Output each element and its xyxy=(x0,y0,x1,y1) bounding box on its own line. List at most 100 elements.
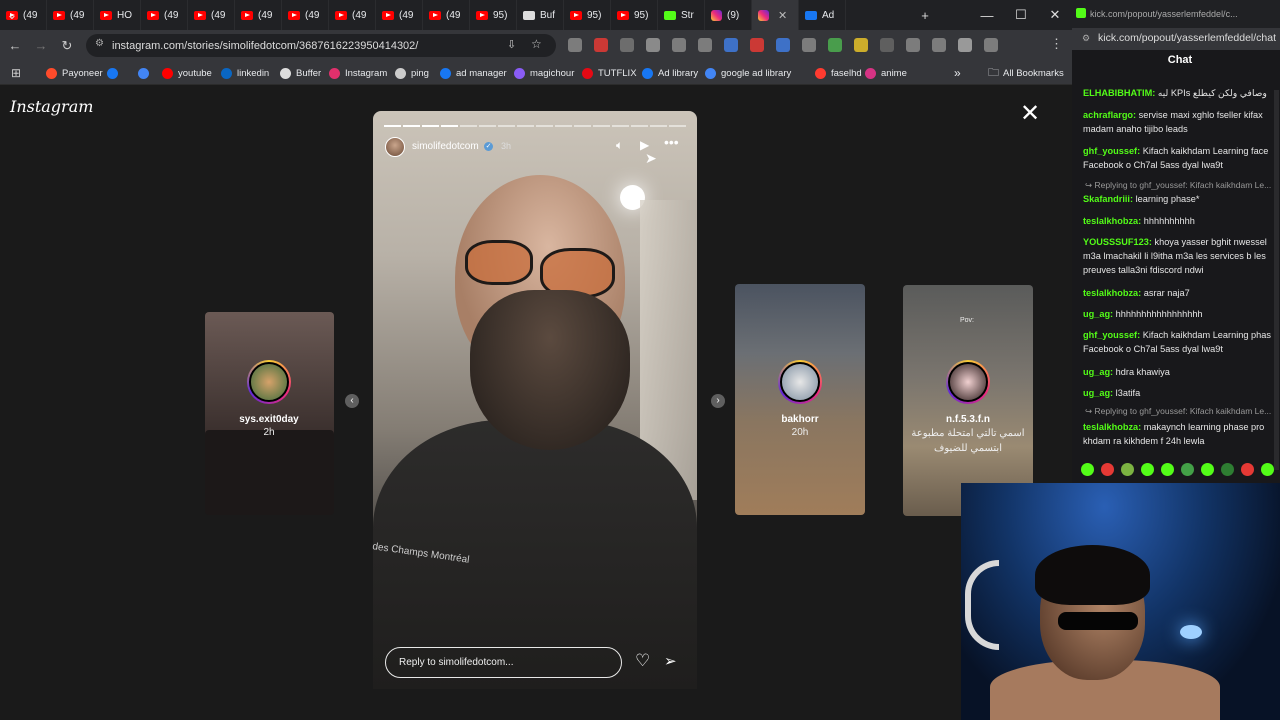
emote-icon[interactable] xyxy=(1241,463,1254,476)
bookmark-item[interactable]: Payoneer xyxy=(46,61,103,85)
all-bookmarks-button[interactable]: 🗀︎ All Bookmarks xyxy=(988,61,1064,85)
minimize-button[interactable]: — xyxy=(970,0,1004,30)
mute-speaker-icon[interactable]: 🔈︎ xyxy=(616,138,623,153)
emote-icon[interactable] xyxy=(1101,463,1114,476)
bookmark-item[interactable]: ad manager xyxy=(440,61,507,85)
browser-tab[interactable]: HO xyxy=(94,0,141,30)
bookmark-item[interactable]: magichour xyxy=(514,61,574,85)
chat-username[interactable]: teslalkhobza: xyxy=(1083,422,1141,432)
emote-icon[interactable] xyxy=(1141,463,1154,476)
bookmark-item[interactable]: ping xyxy=(395,61,429,85)
browser-tab[interactable]: (49 xyxy=(235,0,282,30)
browser-tab[interactable]: (49 xyxy=(141,0,188,30)
browser-tab[interactable]: (49 xyxy=(329,0,376,30)
emote-icon[interactable] xyxy=(1121,463,1134,476)
browser-extension-icon[interactable] xyxy=(828,38,842,52)
browser-tab[interactable]: (49 xyxy=(423,0,470,30)
close-story-icon[interactable]: ✕ xyxy=(1020,102,1040,126)
bookmark-item[interactable]: linkedin xyxy=(221,61,269,85)
bookmark-star-icon[interactable]: ☆ xyxy=(531,37,542,51)
browser-extension-icon[interactable] xyxy=(646,38,660,52)
close-window-button[interactable]: ✕ xyxy=(1038,0,1072,30)
back-button-icon[interactable]: ← xyxy=(2,33,28,59)
browser-extension-icon[interactable] xyxy=(724,38,738,52)
browser-tab[interactable]: 95) xyxy=(611,0,658,30)
browser-extension-icon[interactable] xyxy=(880,38,894,52)
browser-extension-icon[interactable] xyxy=(958,38,972,52)
bookmark-item[interactable]: youtube xyxy=(162,61,212,85)
site-info-icon[interactable]: ⚙ xyxy=(1082,33,1090,44)
browser-extension-icon[interactable] xyxy=(984,38,998,52)
forward-button-icon[interactable]: → xyxy=(28,33,54,59)
browser-extension-icon[interactable] xyxy=(698,38,712,52)
emote-icon[interactable] xyxy=(1081,463,1094,476)
tab-search-icon[interactable]: ⌄ xyxy=(0,0,24,30)
like-heart-icon[interactable]: ♡ xyxy=(635,651,650,671)
browser-extension-icon[interactable] xyxy=(568,38,582,52)
emote-icon[interactable] xyxy=(1181,463,1194,476)
bookmark-item[interactable] xyxy=(138,61,154,85)
chat-username[interactable]: ELHABIBHATIM: xyxy=(1083,88,1155,98)
emote-icon[interactable] xyxy=(1261,463,1274,476)
close-tab-icon[interactable]: ✕ xyxy=(778,9,787,22)
browser-extension-icon[interactable] xyxy=(906,38,920,52)
story-avatar[interactable] xyxy=(385,137,405,157)
browser-tab[interactable]: Ad xyxy=(799,0,846,30)
chat-username[interactable]: YOUSSSUF123: xyxy=(1083,237,1152,247)
browser-tab[interactable]: ✕ xyxy=(752,0,799,30)
browser-tab[interactable]: (49 xyxy=(47,0,94,30)
previous-story-icon[interactable]: ‹ xyxy=(345,394,359,408)
browser-extension-icon[interactable] xyxy=(932,38,946,52)
bookmark-item[interactable]: faselhd xyxy=(815,61,862,85)
browser-tab[interactable]: (9) xyxy=(705,0,752,30)
chat-username[interactable]: teslalkhobza: xyxy=(1083,288,1141,298)
bookmark-item[interactable]: anime xyxy=(865,61,907,85)
emote-icon[interactable] xyxy=(1221,463,1234,476)
chat-username[interactable]: ghf_youssef: xyxy=(1083,330,1140,340)
chat-username[interactable]: ghf_youssef: xyxy=(1083,146,1140,156)
emote-icon[interactable] xyxy=(1161,463,1174,476)
browser-extension-icon[interactable] xyxy=(776,38,790,52)
browser-extension-icon[interactable] xyxy=(594,38,608,52)
story-username[interactable]: simolifedotcom xyxy=(412,141,479,152)
maximize-button[interactable]: ☐ xyxy=(1004,0,1038,30)
browser-tab[interactable]: 95) xyxy=(564,0,611,30)
browser-tab[interactable]: (49 xyxy=(282,0,329,30)
emote-icon[interactable] xyxy=(1201,463,1214,476)
browser-tab[interactable]: (49 xyxy=(188,0,235,30)
next-story-icon[interactable]: › xyxy=(711,394,725,408)
reload-button-icon[interactable]: ↻ xyxy=(54,33,80,59)
chat-scrollbar[interactable] xyxy=(1274,90,1279,470)
browser-extension-icon[interactable] xyxy=(802,38,816,52)
bookmark-item[interactable]: Ad library xyxy=(642,61,698,85)
chat-username[interactable]: ug_ag: xyxy=(1083,309,1113,319)
share-send-icon[interactable]: ➢ xyxy=(664,652,677,670)
browser-extension-icon[interactable] xyxy=(620,38,634,52)
browser-extension-icon[interactable] xyxy=(854,38,868,52)
bookmark-item[interactable]: Instagram xyxy=(329,61,387,85)
chat-username[interactable]: ug_ag: xyxy=(1083,388,1113,398)
browser-extension-icon[interactable] xyxy=(672,38,686,52)
chat-username[interactable]: achraflargo: xyxy=(1083,110,1136,120)
chat-username[interactable]: teslalkhobza: xyxy=(1083,216,1141,226)
instagram-logo[interactable]: Instagram xyxy=(10,97,93,116)
more-bookmarks-button[interactable]: » xyxy=(954,61,961,85)
apps-grid-icon[interactable]: ⊞ xyxy=(11,61,21,85)
site-info-icon[interactable]: ⚙ xyxy=(95,38,104,49)
chat-username[interactable]: Skafandriii: xyxy=(1083,194,1133,204)
browser-extension-icon[interactable] xyxy=(750,38,764,52)
browser-tab[interactable]: Buf xyxy=(517,0,564,30)
bookmark-item[interactable]: Buffer xyxy=(280,61,321,85)
new-tab-button[interactable]: + xyxy=(908,0,942,30)
install-app-icon[interactable]: ⇩ xyxy=(507,38,516,51)
browser-tab[interactable]: Str xyxy=(658,0,705,30)
more-options-icon[interactable]: ••• xyxy=(664,134,679,150)
bookmark-item[interactable]: google ad library xyxy=(705,61,791,85)
chat-username[interactable]: ug_ag: xyxy=(1083,367,1113,377)
address-bar[interactable]: ⚙ instagram.com/stories/simolifedotcom/3… xyxy=(86,34,556,57)
browser-tab[interactable]: (49 xyxy=(376,0,423,30)
bookmark-item[interactable] xyxy=(107,61,123,85)
reply-input[interactable]: Reply to simolifedotcom... xyxy=(385,647,622,678)
browser-menu-icon[interactable]: ⋮ xyxy=(1050,36,1063,52)
browser-tab[interactable]: 95) xyxy=(470,0,517,30)
